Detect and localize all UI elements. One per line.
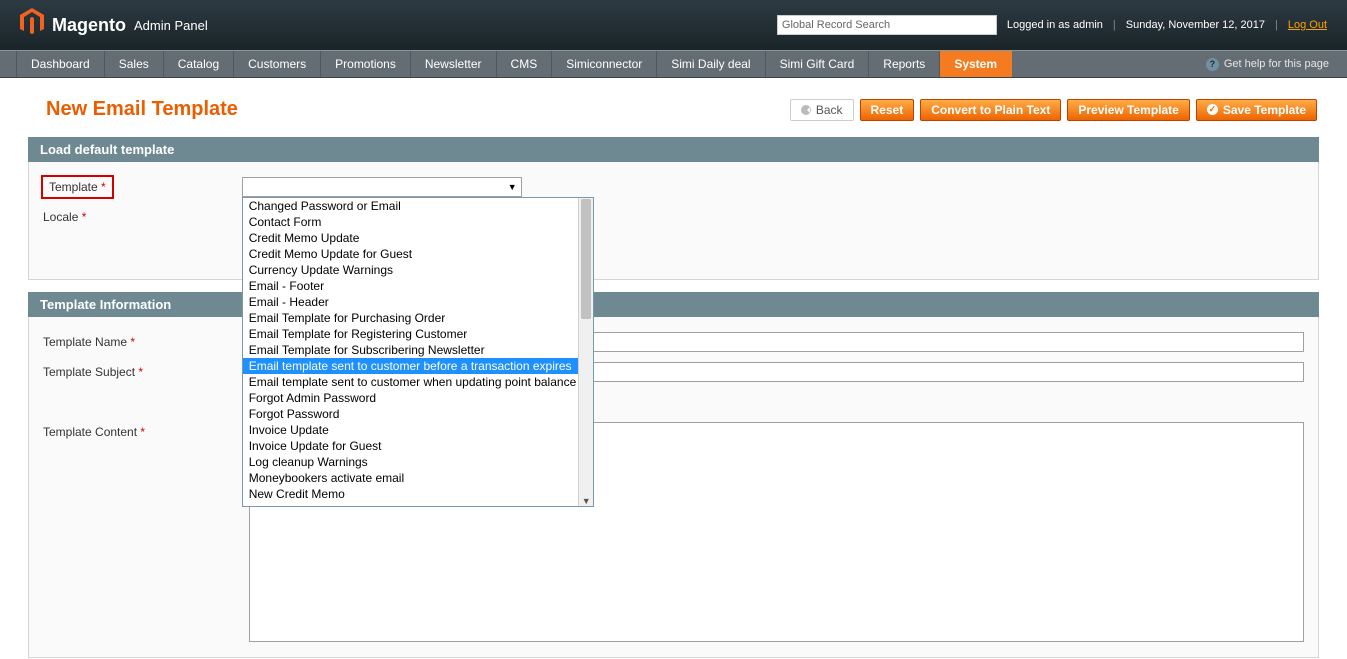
back-button[interactable]: Back	[790, 99, 854, 121]
admin-header: Magento Admin Panel Logged in as admin |…	[0, 0, 1347, 50]
logged-in-text: Logged in as admin	[1007, 19, 1103, 31]
save-button[interactable]: ✓Save Template	[1196, 99, 1317, 121]
dropdown-option[interactable]: Email - Footer	[243, 278, 578, 294]
section-header: Load default template	[28, 137, 1319, 162]
dropdown-option[interactable]: Contact Form	[243, 214, 578, 230]
header-date: Sunday, November 12, 2017	[1126, 19, 1265, 31]
global-search-input[interactable]	[777, 15, 997, 35]
template-name-row: Template Name *	[43, 327, 1304, 357]
template-name-label: Template Name *	[43, 332, 249, 349]
nav-item-system[interactable]: System	[940, 51, 1012, 77]
dropdown-option[interactable]: Email - Header	[243, 294, 578, 310]
magento-logo-icon	[20, 8, 44, 43]
template-field-row: Template * Changed Password or EmailCont…	[43, 172, 1304, 202]
dropdown-option[interactable]: Forgot Admin Password	[243, 390, 578, 406]
template-dropdown-list[interactable]: Changed Password or EmailContact FormCre…	[242, 197, 594, 507]
template-information-section: Template Information Template Name * Tem…	[28, 292, 1319, 658]
scrollbar-thumb[interactable]	[581, 199, 591, 319]
template-content-label: Template Content *	[43, 422, 249, 439]
separator: |	[1275, 19, 1278, 31]
reset-button[interactable]: Reset	[860, 99, 915, 121]
nav-item-promotions[interactable]: Promotions	[321, 51, 411, 77]
dropdown-option[interactable]: Email template sent to customer when upd…	[243, 374, 578, 390]
convert-button[interactable]: Convert to Plain Text	[920, 99, 1061, 121]
nav-item-customers[interactable]: Customers	[234, 51, 321, 77]
dropdown-option[interactable]: Log cleanup Warnings	[243, 454, 578, 470]
nav-item-newsletter[interactable]: Newsletter	[411, 51, 497, 77]
nav-item-sales[interactable]: Sales	[105, 51, 164, 77]
template-content-row: Template Content *	[43, 417, 1304, 647]
nav-item-cms[interactable]: CMS	[497, 51, 553, 77]
dropdown-scrollbar[interactable]: ▼	[578, 198, 593, 506]
dropdown-option[interactable]: Credit Memo Update for Guest	[243, 246, 578, 262]
logout-link[interactable]: Log Out	[1288, 19, 1327, 31]
dropdown-option[interactable]: New Credit Memo	[243, 486, 578, 502]
template-select[interactable]	[242, 177, 522, 197]
section-body: Template * Changed Password or EmailCont…	[28, 162, 1319, 280]
main-nav: DashboardSalesCatalogCustomersPromotions…	[0, 50, 1347, 78]
template-control: Changed Password or EmailContact FormCre…	[242, 177, 1304, 197]
dropdown-option[interactable]: Email Template for Subscribering Newslet…	[243, 342, 578, 358]
separator: |	[1113, 19, 1116, 31]
nav-item-reports[interactable]: Reports	[869, 51, 940, 77]
nav-item-catalog[interactable]: Catalog	[164, 51, 234, 77]
dropdown-option[interactable]: Email template sent to customer before a…	[243, 358, 578, 374]
help-icon: ?	[1206, 58, 1219, 71]
back-icon	[801, 105, 811, 115]
template-subject-row: Template Subject *	[43, 357, 1304, 387]
brand-name: Magento	[52, 15, 126, 36]
help-text: Get help for this page	[1224, 58, 1329, 70]
load-default-template-section: Load default template Template * Changed…	[28, 137, 1319, 280]
dropdown-option[interactable]: Currency Update Warnings	[243, 262, 578, 278]
section-body: Template Name * Template Subject * Templ…	[28, 317, 1319, 658]
template-label: Template *	[43, 177, 112, 197]
preview-button[interactable]: Preview Template	[1067, 99, 1190, 121]
check-icon: ✓	[1207, 104, 1218, 115]
template-subject-label: Template Subject *	[43, 362, 249, 379]
page-head: New Email Template Back Reset Convert to…	[0, 78, 1347, 137]
nav-item-simiconnector[interactable]: Simiconnector	[552, 51, 657, 77]
nav-item-simi-gift-card[interactable]: Simi Gift Card	[766, 51, 870, 77]
section-header: Template Information	[28, 292, 1319, 317]
page-title: New Email Template	[46, 98, 238, 121]
dropdown-option[interactable]: Email Template for Registering Customer	[243, 326, 578, 342]
header-right: Logged in as admin | Sunday, November 12…	[777, 15, 1327, 35]
logo: Magento Admin Panel	[20, 8, 208, 43]
dropdown-option[interactable]: Email Template for Purchasing Order	[243, 310, 578, 326]
help-link[interactable]: ? Get help for this page	[1206, 58, 1329, 71]
locale-field-row: Locale *	[43, 202, 1304, 229]
dropdown-option[interactable]: Invoice Update	[243, 422, 578, 438]
nav-item-simi-daily-deal[interactable]: Simi Daily deal	[657, 51, 765, 77]
dropdown-option[interactable]: Invoice Update for Guest	[243, 438, 578, 454]
dropdown-option[interactable]: Moneybookers activate email	[243, 470, 578, 486]
dropdown-option[interactable]: Credit Memo Update	[243, 230, 578, 246]
locale-label: Locale *	[43, 207, 249, 224]
scroll-down-icon[interactable]: ▼	[582, 496, 591, 505]
brand-sub: Admin Panel	[134, 18, 208, 33]
dropdown-option[interactable]: Changed Password or Email	[243, 198, 578, 214]
action-buttons: Back Reset Convert to Plain Text Preview…	[790, 99, 1317, 121]
dropdown-option[interactable]: Forgot Password	[243, 406, 578, 422]
nav-item-dashboard[interactable]: Dashboard	[16, 51, 105, 77]
